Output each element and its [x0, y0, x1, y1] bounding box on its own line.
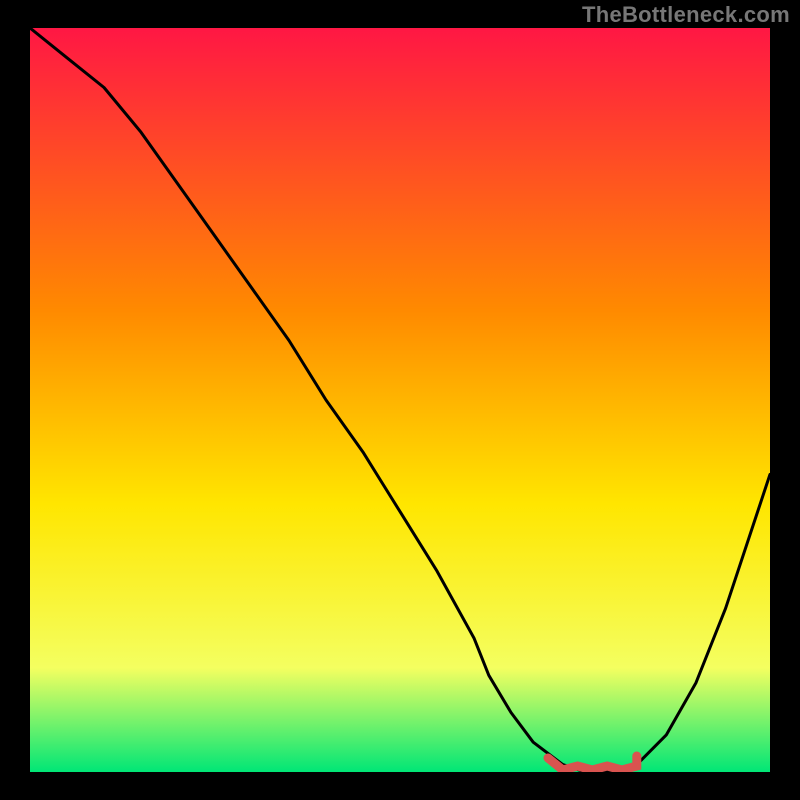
plot-area	[30, 28, 770, 772]
chart-frame: TheBottleneck.com	[0, 0, 800, 800]
chart-svg	[30, 28, 770, 772]
watermark-label: TheBottleneck.com	[582, 2, 790, 28]
gradient-background	[30, 28, 770, 772]
